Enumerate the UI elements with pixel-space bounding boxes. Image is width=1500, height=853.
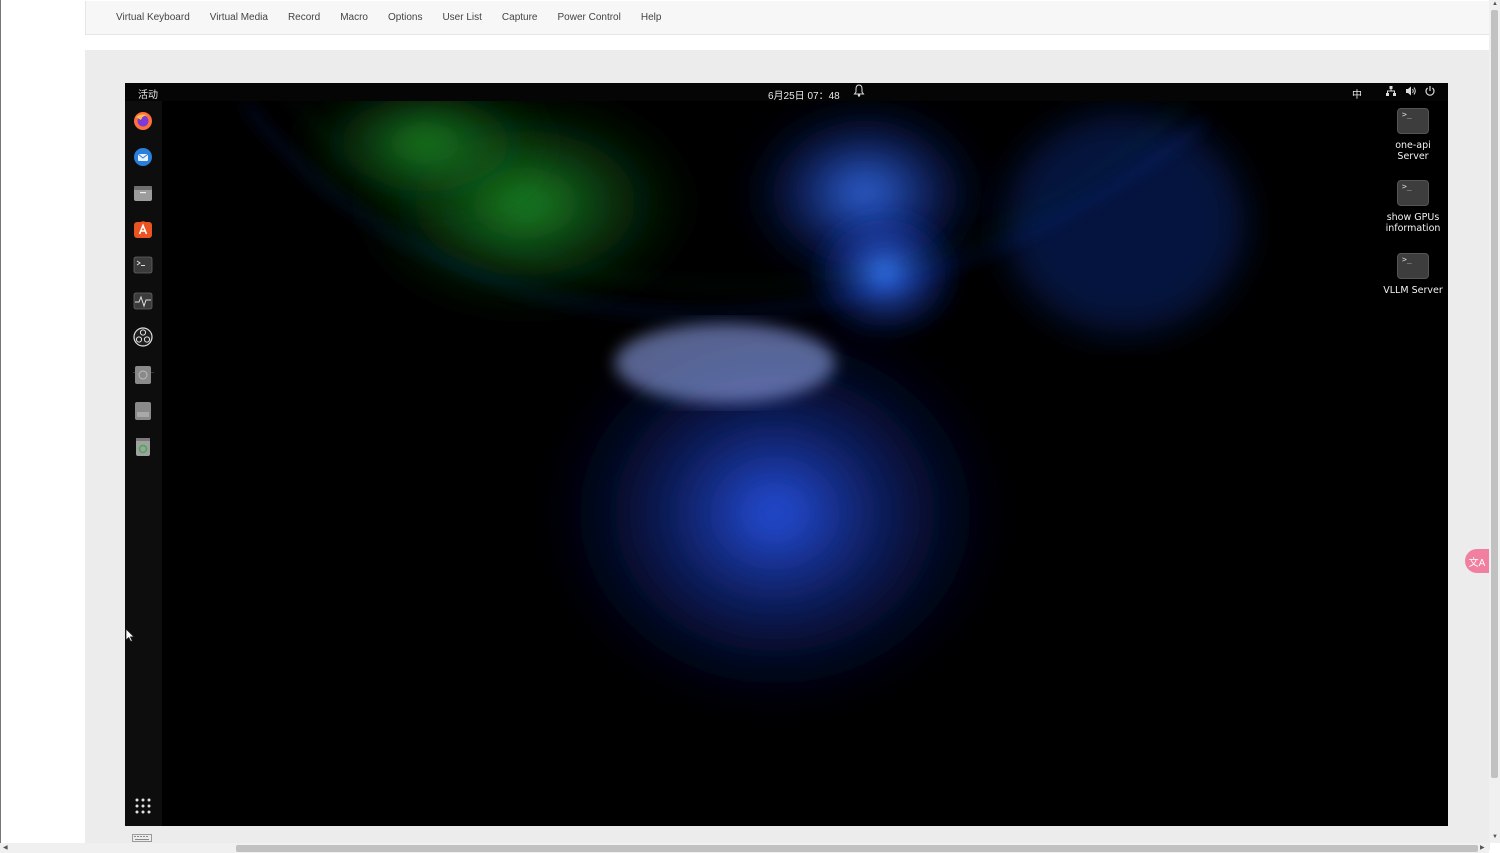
clock-display[interactable]: 6月25日 07：48	[768, 87, 840, 102]
scroll-left-arrow-icon[interactable]: ◀	[3, 844, 8, 851]
desktop-icon-label: VLLM Server	[1378, 285, 1448, 296]
menu-macro[interactable]: Macro	[340, 12, 368, 23]
menu-options[interactable]: Options	[388, 12, 422, 23]
menu-power-control[interactable]: Power Control	[557, 12, 620, 23]
menu-record[interactable]: Record	[288, 12, 320, 23]
desktop-icon-label-line: information	[1385, 223, 1441, 234]
ubuntu-dock	[125, 101, 162, 826]
desktop-icon-label-line: one-api	[1395, 140, 1431, 151]
terminal-launcher-icon: >_	[1397, 108, 1429, 134]
activities-button[interactable]: 活动	[138, 86, 158, 101]
desktop-icon-label-line: Server	[1397, 151, 1429, 162]
translate-icon[interactable]: 文A	[1465, 549, 1489, 573]
input-method-indicator[interactable]: 中	[1352, 86, 1362, 101]
menu-virtual-media[interactable]: Virtual Media	[210, 12, 268, 23]
volume-icon[interactable]	[1405, 85, 1417, 97]
thunderbird-icon[interactable]	[133, 147, 153, 167]
ssd-drive-icon[interactable]	[133, 401, 153, 421]
desktop-icon-one-api-server[interactable]: >_ one-api Server	[1378, 108, 1448, 162]
scroll-down-arrow-icon[interactable]: ▼	[1492, 834, 1498, 840]
trash-icon[interactable]	[133, 437, 153, 457]
firefox-icon[interactable]	[133, 111, 153, 131]
kvm-menubar: Virtual Keyboard Virtual Media Record Ma…	[85, 1, 1490, 35]
files-icon[interactable]	[133, 183, 153, 203]
desktop-icon-label: show GPUs information	[1378, 212, 1448, 234]
network-icon[interactable]	[1385, 85, 1397, 97]
desktop-wallpaper	[125, 83, 1448, 826]
menu-virtual-keyboard[interactable]: Virtual Keyboard	[116, 12, 190, 23]
scroll-up-arrow-icon[interactable]: ▲	[1492, 1, 1498, 7]
show-applications-icon[interactable]	[133, 796, 153, 816]
left-edge	[0, 0, 1, 853]
desktop-icon-show-gpus-information[interactable]: >_ show GPUs information	[1378, 180, 1448, 234]
desktop-icon-label: one-api Server	[1378, 140, 1448, 162]
scroll-right-arrow-icon[interactable]: ▶	[1480, 844, 1485, 851]
horizontal-scrollbar-thumb[interactable]	[236, 845, 1478, 852]
terminal-launcher-icon: >_	[1397, 253, 1429, 279]
app-center-icon[interactable]	[133, 219, 153, 239]
power-icon[interactable]	[1424, 85, 1436, 97]
terminal-launcher-icon: >_	[1397, 180, 1429, 206]
horizontal-scrollbar[interactable]: ◀ ▶	[0, 843, 1489, 853]
menu-user-list[interactable]: User List	[442, 12, 481, 23]
desktop-icon-label-line: show GPUs	[1386, 212, 1440, 223]
remote-desktop-screen[interactable]: 活动 6月25日 07：48 中 >_ one-api Server >_ sh…	[125, 83, 1448, 826]
keyboard-icon[interactable]	[132, 834, 152, 842]
menu-capture[interactable]: Capture	[502, 12, 538, 23]
mouse-pointer-icon	[125, 628, 135, 642]
obs-studio-icon[interactable]	[133, 327, 153, 347]
vertical-scrollbar-thumb[interactable]	[1491, 10, 1498, 778]
notification-bell-icon	[853, 84, 865, 97]
gnome-top-bar: 活动 6月25日 07：48 中	[125, 83, 1448, 102]
menu-help[interactable]: Help	[641, 12, 662, 23]
desktop-icon-vllm-server[interactable]: >_ VLLM Server	[1378, 253, 1448, 296]
desktop-icon-label-line: VLLM Server	[1383, 285, 1443, 296]
vertical-scrollbar[interactable]: ▲ ▼	[1489, 0, 1500, 843]
system-monitor-icon[interactable]	[133, 291, 153, 311]
terminal-icon[interactable]	[133, 255, 153, 275]
disk-drive-icon[interactable]	[133, 365, 153, 385]
